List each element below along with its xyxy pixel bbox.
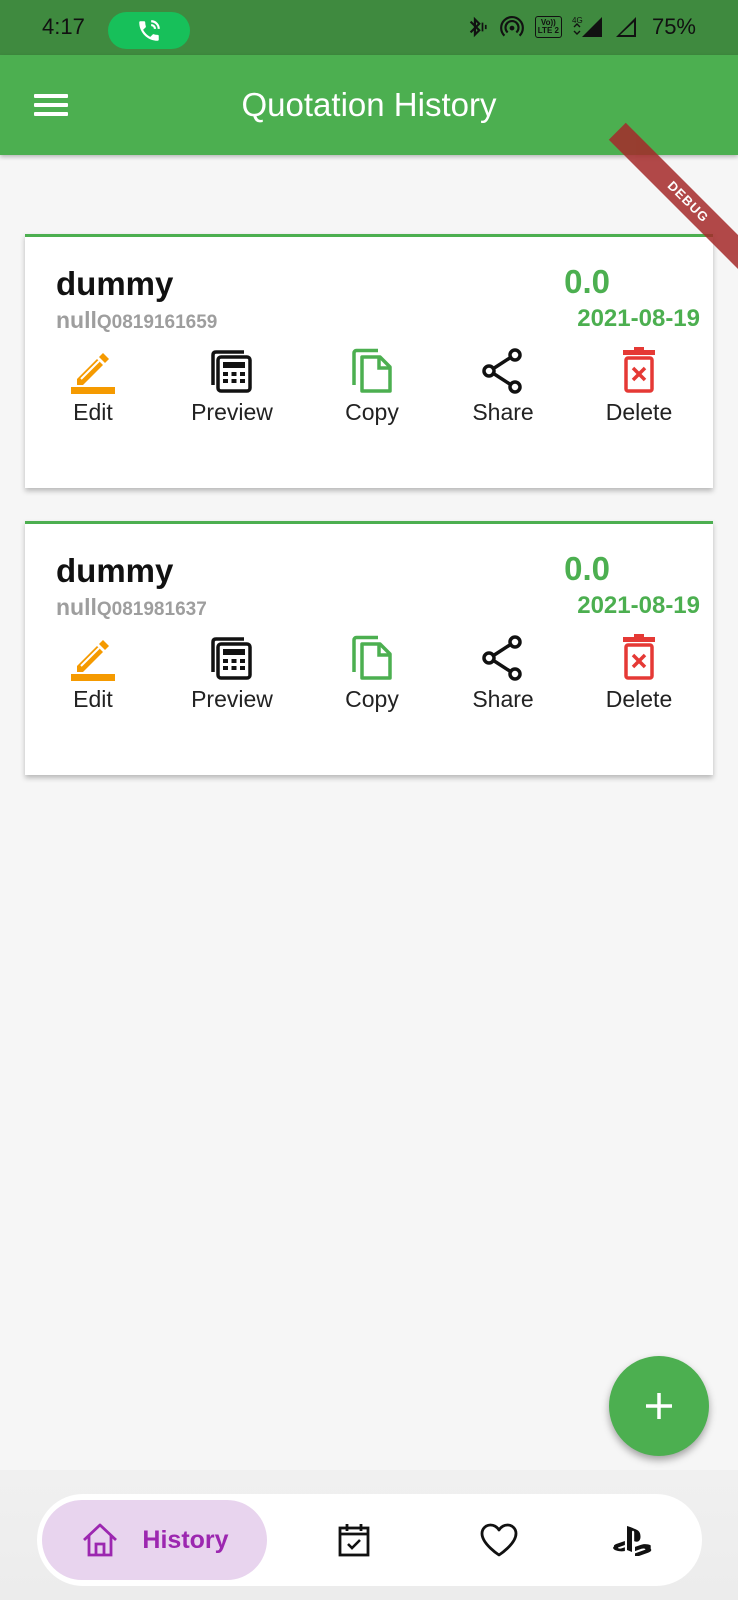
card-actions: Edit Preview Copy Share Delete: [25, 634, 713, 714]
quotation-amount: 0.0: [564, 550, 610, 587]
preview-button[interactable]: Preview: [172, 634, 292, 714]
phone-wifi-icon: [139, 19, 160, 41]
copy-icon: [352, 635, 392, 680]
volte-bottom-text: LTE 2: [537, 26, 559, 35]
edit-label: Edit: [73, 399, 113, 425]
page-title: Quotation History: [241, 86, 497, 123]
add-quotation-button[interactable]: [609, 1356, 709, 1456]
copy-button[interactable]: Copy: [312, 347, 432, 427]
edit-icon: [71, 353, 115, 394]
battery-percent: 75%: [651, 14, 696, 39]
status-icons: Vo)) LTE 2 4G 75%: [463, 12, 696, 42]
calculator-preview-icon: [211, 350, 252, 393]
signal-4g-icon: 4G: [572, 16, 602, 37]
delete-label: Delete: [605, 399, 673, 425]
quotation-id: Q081981637: [96, 599, 207, 620]
copy-button[interactable]: Copy: [312, 634, 432, 714]
bottom-nav: History: [37, 1494, 702, 1586]
edit-button[interactable]: Edit: [33, 634, 153, 714]
nav-history-label: History: [142, 1526, 229, 1554]
quotation-card[interactable]: dummy nullQ081981637 0.0 2021-08-19 Edit: [25, 521, 713, 775]
nav-item-games[interactable]: [592, 1500, 672, 1580]
calendar-check-icon: [338, 1524, 370, 1557]
quotation-date: 2021-08-19: [577, 305, 700, 332]
preview-label: Preview: [191, 399, 273, 425]
playstation-icon: [613, 1526, 652, 1556]
share-icon: [482, 635, 522, 681]
quotation-date: 2021-08-19: [577, 592, 700, 619]
quotation-number: nullQ081981637: [56, 594, 207, 621]
heart-icon: [480, 1523, 518, 1557]
ongoing-call-pill[interactable]: [108, 12, 190, 49]
quotation-prefix: null: [56, 594, 97, 620]
delete-icon: [623, 634, 655, 680]
hotspot-icon: [499, 16, 524, 37]
calculator-preview-icon: [211, 637, 252, 680]
copy-icon: [352, 348, 392, 393]
edit-label: Edit: [73, 686, 113, 712]
share-label: Share: [472, 399, 534, 425]
share-label: Share: [472, 686, 534, 712]
status-time: 4:17: [42, 14, 85, 39]
quotation-amount: 0.0: [564, 263, 610, 300]
share-button[interactable]: Share: [443, 634, 563, 714]
customer-name: dummy: [56, 265, 174, 302]
customer-name: dummy: [56, 552, 174, 589]
card-actions: Edit Preview Copy Share Delete: [25, 347, 713, 427]
signal-icon: [615, 17, 636, 37]
share-icon: [482, 348, 522, 394]
edit-icon: [71, 640, 115, 681]
nav-item-history[interactable]: History: [42, 1500, 267, 1580]
delete-button[interactable]: Delete: [579, 634, 699, 714]
preview-button[interactable]: Preview: [172, 347, 292, 427]
delete-button[interactable]: Delete: [579, 347, 699, 427]
quotation-number: nullQ0819161659: [56, 307, 217, 334]
copy-label: Copy: [345, 686, 399, 712]
home-icon: [83, 1523, 118, 1557]
nav-item-calendar[interactable]: [314, 1500, 394, 1580]
share-button[interactable]: Share: [443, 347, 563, 427]
delete-icon: [623, 347, 655, 393]
copy-label: Copy: [345, 399, 399, 425]
quotation-prefix: null: [56, 307, 97, 333]
delete-label: Delete: [605, 686, 673, 712]
bluetooth-vibrate-icon: [469, 16, 487, 38]
plus-icon: [646, 1393, 672, 1419]
edit-button[interactable]: Edit: [33, 347, 153, 427]
volte-badge: Vo)) LTE 2: [534, 16, 562, 38]
preview-label: Preview: [191, 686, 273, 712]
quotation-id: Q0819161659: [96, 312, 218, 333]
status-bar: 4:17 Vo)) LTE 2 4G 75%: [0, 0, 738, 55]
quotation-card[interactable]: dummy nullQ0819161659 0.0 2021-08-19 Edi…: [25, 234, 713, 488]
nav-item-favorites[interactable]: [459, 1500, 539, 1580]
